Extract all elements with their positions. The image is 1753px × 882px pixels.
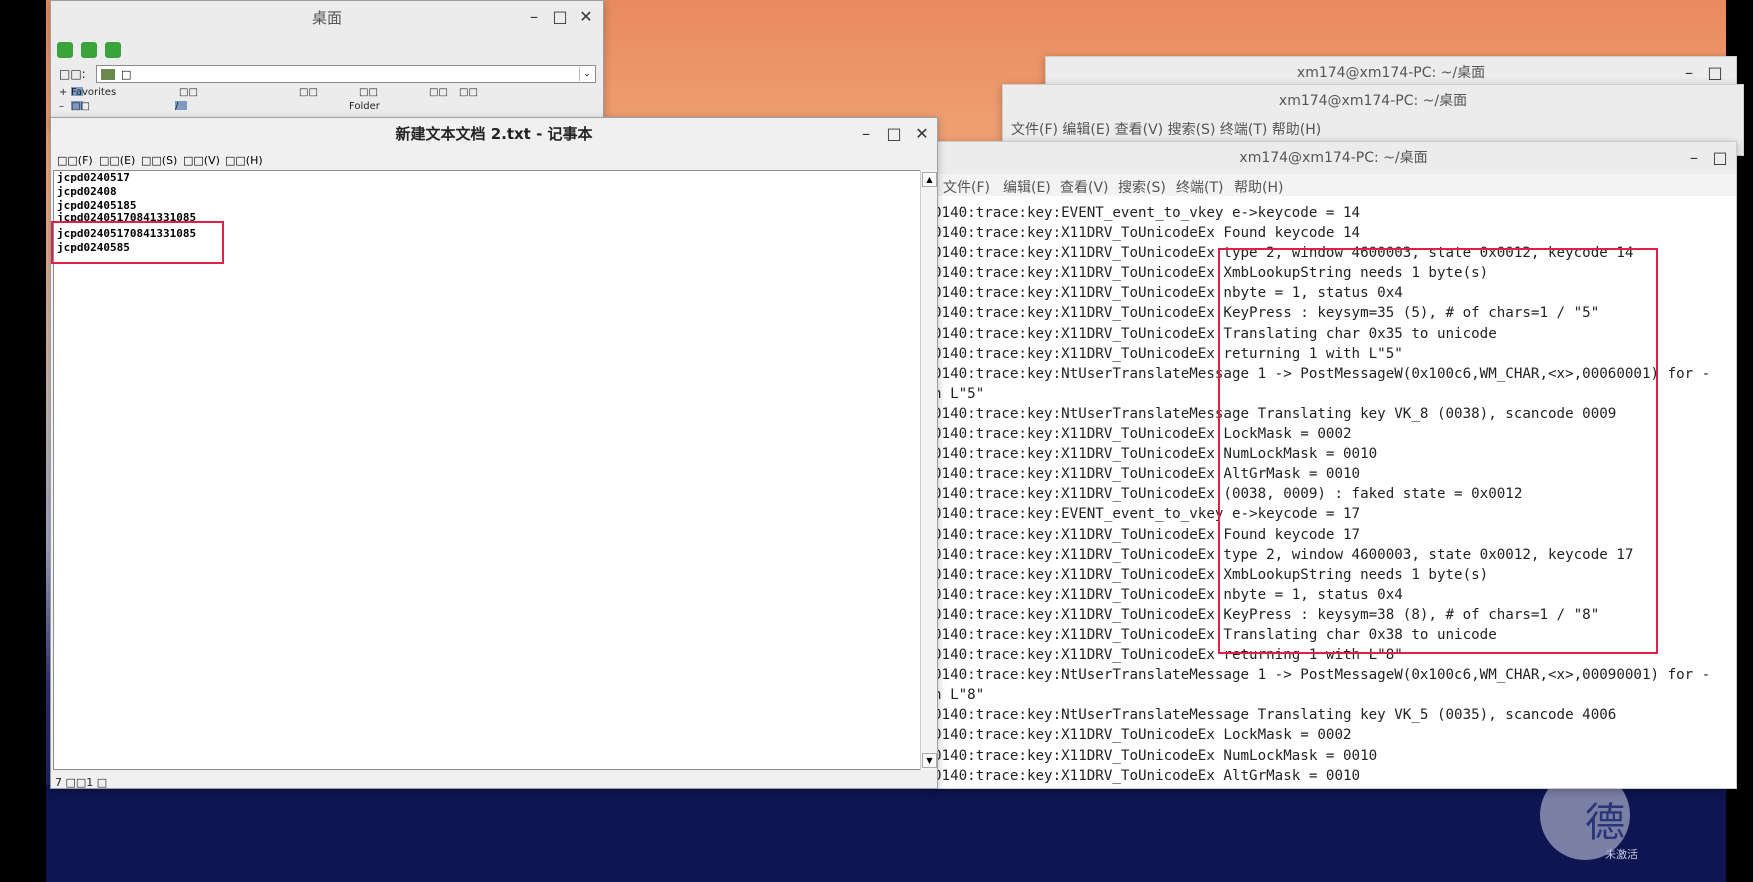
menu-edit[interactable]: 编辑(E) bbox=[1003, 177, 1051, 197]
notepad-window: 新建文本文档 2.txt - 记事本 – □ ✕ □□(F) □□(E) □□(… bbox=[50, 117, 938, 789]
maximize-button[interactable]: □ bbox=[881, 118, 907, 150]
menu-help[interactable]: □□(H) bbox=[225, 154, 263, 167]
status-bar: 7 □□1 □ bbox=[55, 776, 108, 789]
column-header[interactable]: □□ bbox=[429, 87, 448, 98]
terminal-line: 0140:trace:key:X11DRV_ToUnicodeEx NumLoc… bbox=[933, 747, 1378, 764]
collapse-icon[interactable]: – bbox=[59, 101, 64, 112]
maximize-button[interactable]: □ bbox=[547, 1, 573, 33]
tree-item-label: Favorites bbox=[71, 87, 117, 98]
menu-help[interactable]: 帮助(H) bbox=[1234, 177, 1283, 197]
menu-file[interactable]: 文件(F) bbox=[943, 177, 990, 197]
scroll-down-icon[interactable]: ▼ bbox=[922, 753, 937, 768]
desktop-icon bbox=[101, 69, 115, 80]
notepad-title: 新建文本文档 2.txt - 记事本 bbox=[51, 118, 937, 150]
terminal-line: 0140:trace:key:EVENT_event_to_vkey e->ke… bbox=[933, 205, 1361, 221]
menu-terminal[interactable]: 终端(T) bbox=[1176, 177, 1223, 197]
menu-search[interactable]: □□(S) bbox=[141, 154, 177, 167]
close-button[interactable]: ✕ bbox=[909, 118, 935, 150]
menu-search[interactable]: 搜索(S) bbox=[1118, 177, 1166, 197]
terminal-line: 0140:trace:key:X11DRV_ToUnicodeEx LockMa… bbox=[933, 727, 1352, 744]
highlight-box bbox=[1218, 248, 1658, 654]
close-button[interactable]: ✕ bbox=[573, 1, 599, 33]
menu-view[interactable]: 查看(V) bbox=[1060, 177, 1109, 197]
vertical-scrollbar[interactable]: ▲ ▼ bbox=[920, 170, 937, 770]
address-input[interactable]: □ ⌄ bbox=[96, 65, 596, 83]
terminal-line: 0140:trace:key:NtUserTranslateMessage Tr… bbox=[933, 707, 1617, 724]
terminal-line: n L"8" bbox=[933, 687, 985, 704]
terminal-title: xm174@xm174-PC: ~/桌面 bbox=[1278, 93, 1468, 109]
terminal-menubar: 文件(F) 编辑(E) 查看(V) 搜索(S) 终端(T) 帮助(H) bbox=[931, 174, 1736, 196]
chevron-down-icon[interactable]: ⌄ bbox=[579, 67, 594, 81]
tree-item-label: □□ bbox=[71, 101, 90, 112]
notepad-menubar: □□(F) □□(E) □□(S) □□(V) □□(H) bbox=[51, 152, 937, 170]
up-arrow-icon[interactable] bbox=[105, 42, 121, 58]
list-item-type: Folder bbox=[349, 101, 380, 112]
explorer-window: 桌面 – □ ✕ □□: □ ⌄ + Favorites □□ □□ □□ □□… bbox=[50, 0, 604, 126]
minimize-button[interactable]: – bbox=[1681, 142, 1707, 174]
column-header[interactable]: □□ bbox=[459, 87, 478, 98]
terminal-line: 0140:trace:key:X11DRV_ToUnicodeEx Found … bbox=[933, 225, 1361, 242]
back-arrow-icon[interactable] bbox=[57, 42, 73, 58]
menu-edit[interactable]: □□(E) bbox=[99, 154, 135, 167]
column-header[interactable]: □□ bbox=[299, 87, 318, 98]
forward-arrow-icon[interactable] bbox=[81, 42, 97, 58]
tree-row[interactable]: – □□ / Folder bbox=[59, 101, 599, 115]
terminal-title: xm174@xm174-PC: ~/桌面 bbox=[931, 142, 1736, 174]
column-header[interactable]: □□ bbox=[179, 87, 198, 98]
menu-file[interactable]: □□(F) bbox=[57, 154, 93, 167]
column-header[interactable]: □□ bbox=[359, 87, 378, 98]
address-label: □□: bbox=[59, 67, 86, 81]
scroll-up-icon[interactable]: ▲ bbox=[922, 172, 937, 187]
watermark-glyph: 德 bbox=[1585, 800, 1625, 846]
text-line: jcpd02408 bbox=[57, 185, 117, 198]
minimize-button[interactable]: – bbox=[853, 118, 879, 150]
minimize-button[interactable]: – bbox=[521, 1, 547, 33]
terminal-line: 0140:trace:key:NtUserTranslateMessage 1 … bbox=[933, 667, 1711, 684]
maximize-button[interactable]: □ bbox=[1707, 142, 1733, 174]
list-item-name: / bbox=[175, 101, 179, 112]
terminal-menubar[interactable]: 文件(F) 编辑(E) 查看(V) 搜索(S) 终端(T) 帮助(H) bbox=[1011, 119, 1321, 139]
menu-view[interactable]: □□(V) bbox=[183, 154, 220, 167]
desktop-bottom bbox=[46, 785, 1726, 882]
text-line: jcpd0240517 bbox=[57, 171, 130, 184]
terminal-line: 0140:trace:key:X11DRV_ToUnicodeEx AltGrM… bbox=[933, 767, 1361, 784]
watermark-text: 未激活 bbox=[1605, 848, 1638, 861]
highlight-box bbox=[51, 221, 224, 264]
address-value: □ bbox=[121, 68, 132, 81]
expand-icon[interactable]: + bbox=[59, 87, 67, 98]
tree-row[interactable]: + Favorites □□ □□ □□ □□ □□ bbox=[59, 87, 599, 101]
